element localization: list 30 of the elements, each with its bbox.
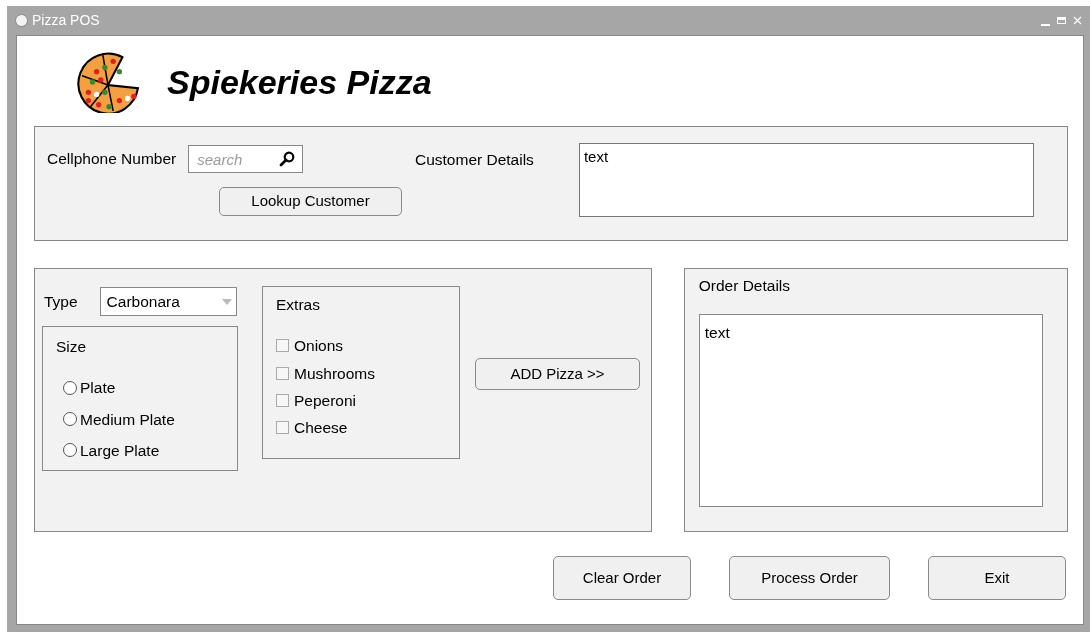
extra-checkbox[interactable]: Mushrooms — [276, 361, 459, 385]
customer-details-field[interactable]: text — [578, 143, 1034, 217]
phone-label: Cellphone Number — [47, 149, 177, 170]
action-button[interactable]: Process Order — [729, 556, 890, 600]
type-dropdown[interactable]: Carbonara — [99, 287, 237, 316]
order-details-label: Order Details — [698, 276, 792, 296]
window-title: Pizza POS — [32, 11, 100, 30]
close-icon[interactable] — [1073, 16, 1082, 25]
maximize-icon[interactable] — [1057, 17, 1066, 24]
app-title: Spiekeries Pizza — [167, 61, 432, 103]
action-button[interactable]: Exit — [928, 556, 1066, 600]
order-details-field[interactable]: text — [698, 314, 1043, 508]
size-radio[interactable]: Medium Plate — [63, 407, 237, 431]
extras-legend: Extras — [276, 293, 459, 317]
minimize-icon[interactable] — [1041, 23, 1050, 26]
extra-checkbox[interactable]: Cheese — [276, 416, 459, 440]
size-radio[interactable]: Large Plate — [63, 438, 237, 462]
extra-checkbox[interactable]: Peperoni — [276, 388, 459, 412]
search-icon — [279, 151, 296, 167]
dropdown-caret-icon — [221, 298, 232, 305]
add-pizza-button[interactable]: ADD Pizza >> — [475, 358, 640, 390]
type-label: Type — [44, 291, 78, 312]
action-button[interactable]: Clear Order — [553, 556, 691, 600]
search-field[interactable]: search — [188, 145, 304, 173]
window-icon — [15, 14, 28, 27]
size-radio[interactable]: Plate — [63, 376, 237, 400]
customer-details-label: Customer Details — [415, 150, 534, 170]
lookup-customer-button[interactable]: Lookup Customer — [219, 187, 402, 216]
extra-checkbox[interactable]: Onions — [276, 334, 459, 358]
size-legend: Size — [56, 335, 237, 359]
